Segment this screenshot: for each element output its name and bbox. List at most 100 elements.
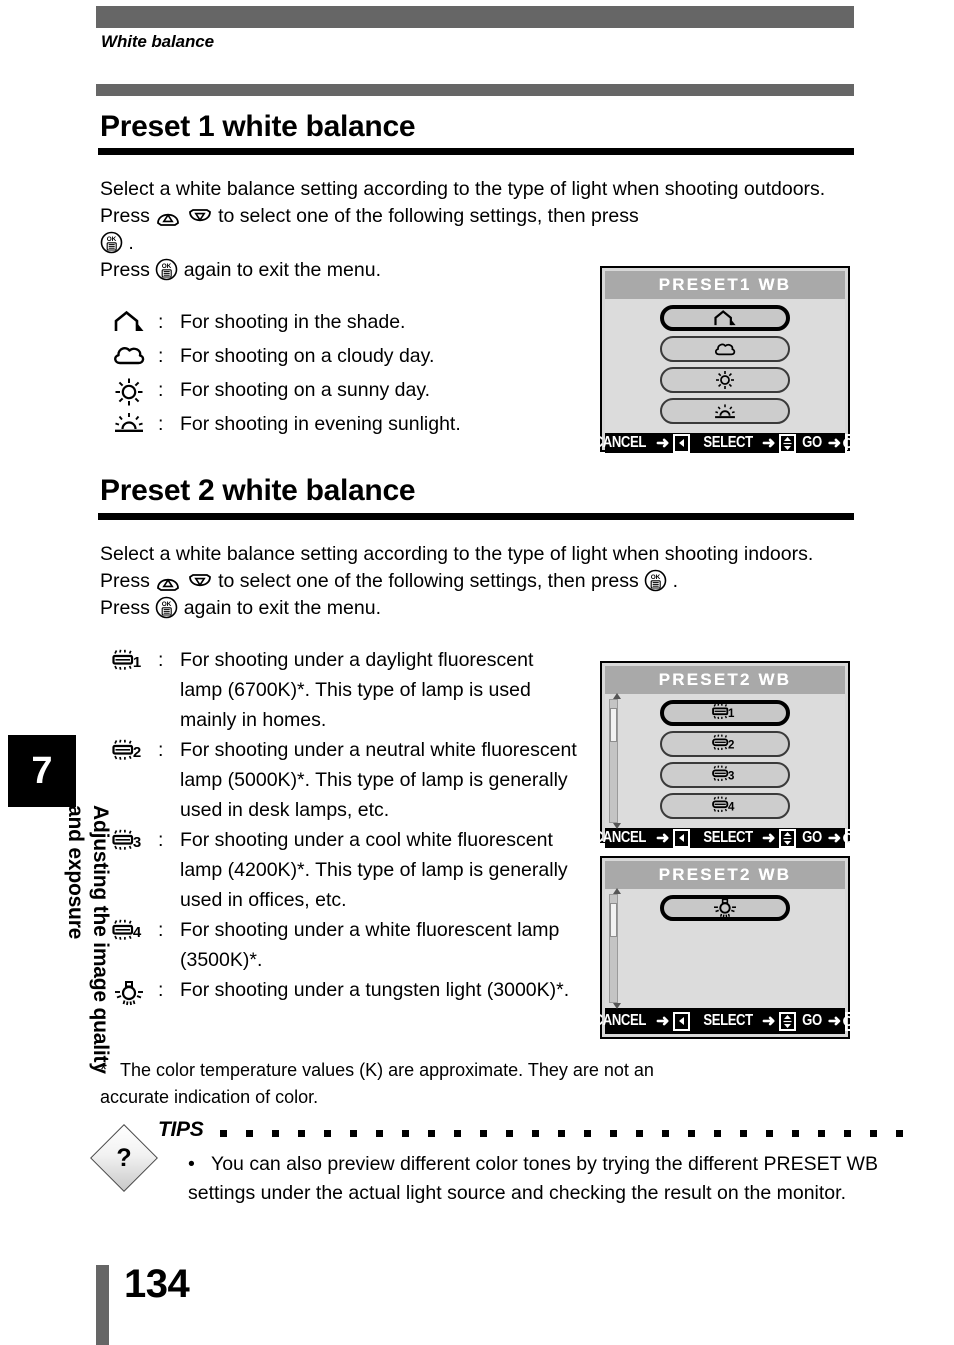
select-arrow-icon: ➜ — [762, 435, 775, 452]
scroll-up-arrow-icon[interactable] — [613, 693, 621, 699]
list-item-text: For shooting on a cloudy day. — [180, 345, 435, 367]
lcd-option-evening-sunlight[interactable] — [660, 398, 790, 424]
lcd-options-list — [605, 299, 845, 433]
lcd-option-shade[interactable] — [660, 305, 790, 331]
lcd-cancel-label: CANCEL — [594, 1012, 647, 1029]
lcd-scrollbar[interactable] — [609, 888, 621, 1009]
lcd-preset2-wb-page2: PRESET2 WB CANCEL ➜ SELECT ➜ GO ➜ OK — [594, 856, 864, 1039]
question-mark-glyph: ? — [116, 1143, 132, 1172]
fluorescent-2-icon: 2 — [712, 734, 734, 752]
lcd-option-fluorescent-4[interactable]: 4 — [660, 793, 790, 819]
cancel-arrow-icon: ➜ — [655, 435, 669, 452]
lcd-option-fluorescent-2[interactable]: 2 — [660, 731, 790, 757]
tips-text: You can also preview different color ton… — [188, 1153, 878, 1204]
tips-bullet: • — [188, 1153, 195, 1175]
lcd-cancel-label: CANCEL — [594, 829, 647, 846]
svg-text:4: 4 — [728, 802, 735, 814]
lcd-option-sunny[interactable] — [660, 367, 790, 393]
ok-keycap-icon[interactable]: OK — [842, 433, 864, 453]
cancel-arrow-icon: ➜ — [655, 1013, 669, 1030]
lcd-option-tungsten[interactable] — [660, 895, 790, 921]
scroll-up-arrow-icon[interactable] — [613, 888, 621, 894]
list-item: 4 : For shooting under a white fluoresce… — [100, 915, 580, 975]
go-arrow-icon: ➜ — [827, 830, 841, 847]
select-arrow-icon: ➜ — [762, 830, 775, 847]
lcd-select-label: SELECT — [703, 1012, 753, 1029]
list-colon: : — [158, 345, 164, 367]
lcd-cancel-label: CANCEL — [594, 434, 647, 451]
lcd-option-cloudy[interactable] — [660, 336, 790, 362]
list-item: : For shooting in the shade. — [100, 305, 461, 339]
footnote-text: The color temperature values (K) are app… — [100, 1060, 654, 1107]
heading-rule-preset2 — [98, 513, 854, 520]
page-title-preset1: Preset 1 white balance — [100, 110, 416, 143]
list-item: 2 : For shooting under a neutral white f… — [100, 735, 580, 825]
preset1-exit-text-pre: Press — [100, 259, 150, 281]
lcd-option-fluorescent-3[interactable]: 3 — [660, 762, 790, 788]
list-item-text: For shooting under a cool white fluoresc… — [180, 829, 568, 911]
arrow-up-button-icon — [155, 208, 181, 227]
list-colon: : — [158, 829, 164, 851]
left-arrow-keycap-icon[interactable] — [672, 1011, 690, 1031]
list-item-text: For shooting on a sunny day. — [180, 379, 431, 401]
fluorescent-4-icon: 4 — [712, 796, 735, 814]
chapter-title-vertical: Adjusting the image quality and exposure — [64, 805, 112, 1074]
go-arrow-icon: ➜ — [827, 435, 841, 452]
preset2-exit-text-post: again to exit the menu. — [183, 597, 381, 619]
scrollbar-thumb[interactable] — [610, 903, 617, 937]
go-arrow-icon: ➜ — [827, 1013, 841, 1030]
shade-icon — [100, 305, 158, 335]
cloudy-icon — [715, 343, 736, 356]
lcd-title: PRESET1 WB — [605, 271, 845, 299]
left-arrow-keycap-icon[interactable] — [672, 433, 690, 453]
cloudy-icon — [100, 339, 158, 367]
ok-menu-button-icon: OK — [644, 569, 667, 592]
left-arrow-keycap-icon[interactable] — [672, 828, 690, 848]
preset2-intro-paragraph: Select a white balance setting according… — [100, 541, 856, 622]
up-down-arrow-keycap-icon[interactable] — [778, 433, 796, 453]
top-gray-bar — [96, 6, 854, 28]
page-number-rule — [96, 1265, 109, 1345]
list-item-text: For shooting under a neutral white fluor… — [180, 739, 577, 821]
up-down-arrow-keycap-icon[interactable] — [778, 1011, 796, 1031]
lcd-footer-hints: CANCEL ➜ SELECT ➜ GO ➜ OK — [594, 828, 864, 848]
scroll-down-arrow-icon[interactable] — [613, 1003, 621, 1009]
list-item: 1 : For shooting under a daylight fluore… — [100, 645, 580, 735]
ok-keycap-icon[interactable]: OK — [842, 1011, 864, 1031]
lcd-select-label: SELECT — [703, 829, 753, 846]
svg-text:2: 2 — [133, 744, 141, 761]
sunny-icon — [716, 371, 734, 389]
page-title-preset2: Preset 2 white balance — [100, 474, 416, 507]
ok-menu-button-icon: OK — [100, 231, 123, 254]
lcd-options-list: 1 2 3 4 — [605, 693, 845, 829]
lcd-preset1-wb: PRESET1 WB CANCEL ➜ SELECT ➜ GO ➜ OK — [594, 266, 864, 453]
list-colon: : — [158, 379, 164, 401]
up-down-arrow-keycap-icon[interactable] — [778, 828, 796, 848]
lcd-go-label: GO — [802, 829, 822, 846]
ok-keycap-icon[interactable]: OK — [842, 828, 864, 848]
scrollbar-thumb[interactable] — [610, 708, 617, 742]
list-colon: : — [158, 739, 164, 761]
tips-box: ? TIPS • You can also preview different … — [90, 1118, 920, 1258]
page-number: 134 — [124, 1262, 190, 1306]
lcd-select-label: SELECT — [703, 434, 753, 451]
list-item: : For shooting under a tungsten light (3… — [100, 975, 580, 1007]
evening-sunlight-icon — [715, 403, 735, 418]
svg-text:4: 4 — [133, 924, 142, 941]
list-item: : For shooting on a sunny day. — [100, 373, 461, 407]
section-gray-rule — [96, 84, 854, 96]
preset2-intro-text-c: . — [672, 570, 678, 592]
fluorescent-2-icon: 2 — [100, 735, 158, 765]
list-colon: : — [158, 311, 164, 333]
arrow-up-button-icon — [155, 573, 181, 592]
lcd-option-fluorescent-1[interactable]: 1 — [660, 700, 790, 726]
list-item-text: For shooting under a tungsten light (300… — [180, 979, 570, 1001]
select-arrow-icon: ➜ — [762, 1013, 775, 1030]
list-item-text: For shooting in the shade. — [180, 311, 406, 333]
list-item-text: For shooting in evening sunlight. — [180, 413, 461, 435]
shade-icon — [714, 309, 736, 325]
heading-rule-preset1 — [98, 148, 854, 155]
lcd-scrollbar[interactable] — [609, 693, 621, 829]
svg-text:1: 1 — [728, 708, 735, 720]
tungsten-icon — [714, 898, 736, 918]
